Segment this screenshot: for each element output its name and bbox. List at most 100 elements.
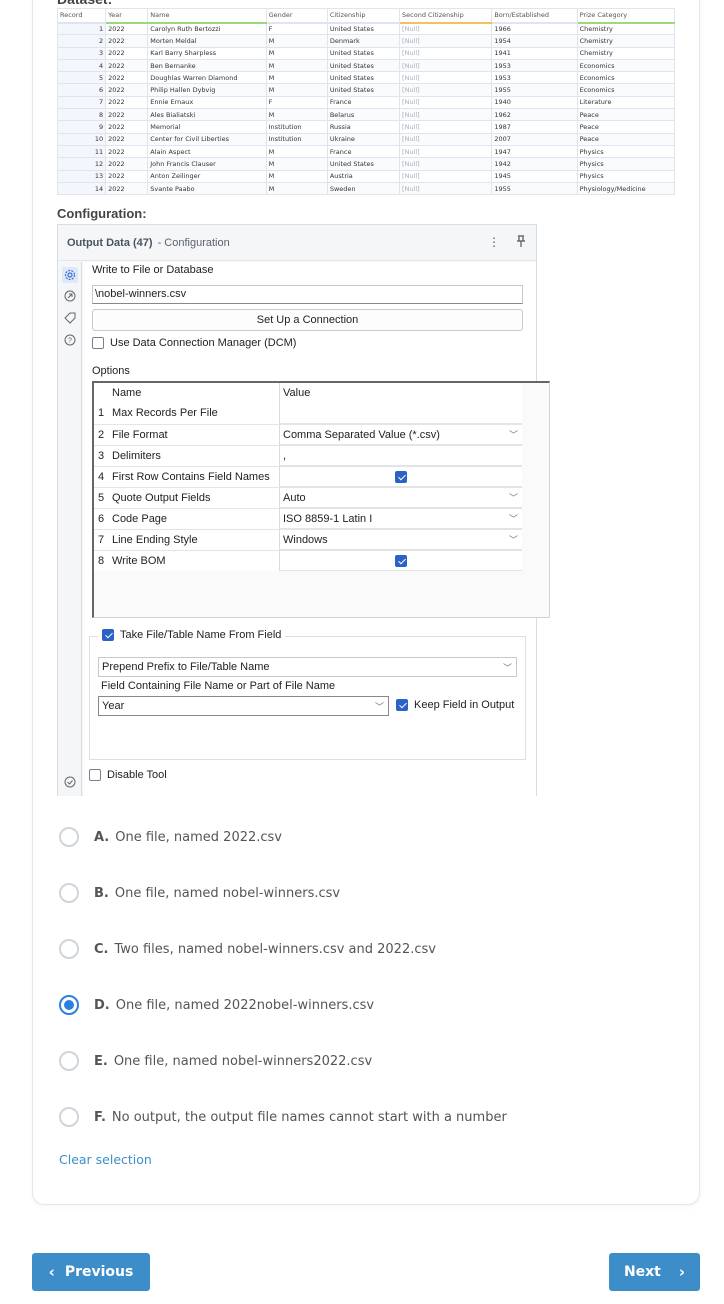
chevron-down-icon: ﹀ xyxy=(508,535,518,545)
help-icon[interactable]: ? xyxy=(63,333,77,347)
setup-connection-button[interactable]: Set Up a Connection xyxy=(92,309,523,331)
option-value[interactable]: Comma Separated Value (*.csv) ﹀ xyxy=(280,425,522,445)
options-header-value: Value xyxy=(283,387,311,399)
more-options-icon[interactable]: ⋮ xyxy=(488,235,500,251)
table-cell: Peace xyxy=(576,108,676,122)
table-cell: 2022 xyxy=(105,120,149,134)
answer-option[interactable]: E. One file, named nobel-winners2022.csv xyxy=(59,1050,372,1072)
column-header[interactable]: Prize Category xyxy=(576,8,676,24)
column-header[interactable]: Citizenship xyxy=(326,8,401,24)
radio-button[interactable] xyxy=(59,939,79,959)
previous-label: Previous xyxy=(64,1264,134,1280)
table-cell: Institution xyxy=(265,120,328,134)
table-row: 10 2022 Center for Civil Liberties Institut… xyxy=(56,132,676,146)
chevron-down-icon: ﹀ xyxy=(508,514,518,524)
option-row: 3 Delimiters, xyxy=(94,445,522,466)
table-cell: 2 xyxy=(56,34,107,48)
table-cell: [Null] xyxy=(399,21,493,36)
navigate-arrow-icon[interactable] xyxy=(63,289,77,303)
keep-field-label: Keep Field in Output xyxy=(414,699,515,711)
radio-button[interactable] xyxy=(59,827,79,847)
dcm-checkbox[interactable] xyxy=(92,337,104,349)
answer-option[interactable]: D. One file, named 2022nobel-winners.csv xyxy=(59,994,374,1016)
disable-tool-checkbox[interactable] xyxy=(89,769,101,781)
option-value[interactable]: Auto ﹀ xyxy=(280,488,522,508)
table-row: 4 2022 Ben Bernanke M United States [Null] 195… xyxy=(56,58,676,73)
table-cell: [Null] xyxy=(399,71,493,85)
field-label: Field Containing File Name or Part of Fi… xyxy=(101,680,336,692)
table-cell: 2022 xyxy=(105,83,149,97)
table-cell: Peace xyxy=(576,120,676,134)
pin-icon[interactable] xyxy=(516,235,526,251)
table-cell: 2022 xyxy=(105,46,149,60)
keep-field-option[interactable]: Keep Field in Output xyxy=(396,699,514,711)
field-select[interactable]: Year ﹀ xyxy=(98,696,389,716)
option-value[interactable]: Windows ﹀ xyxy=(280,530,522,550)
option-checkbox[interactable] xyxy=(395,555,407,567)
table-cell: Anton Zeilinger xyxy=(147,169,267,183)
option-value[interactable]: , xyxy=(280,446,522,466)
table-cell: 1941 xyxy=(491,46,578,60)
take-name-option[interactable]: Take File/Table Name From Field xyxy=(98,629,286,641)
answer-option[interactable]: A. One file, named 2022.csv xyxy=(59,826,282,848)
option-value[interactable]: ISO 8859-1 Latin I ﹀ xyxy=(280,509,522,529)
option-value[interactable] xyxy=(280,551,522,571)
settings-gear-icon[interactable] xyxy=(62,267,78,283)
radio-button[interactable] xyxy=(59,995,79,1015)
option-value[interactable] xyxy=(280,403,522,424)
table-cell: 2022 xyxy=(105,157,149,171)
take-name-checkbox[interactable] xyxy=(102,629,114,641)
table-cell: 1987 xyxy=(491,120,578,134)
table-row: 14 2022 Svante Paabo M Sweden [Null] 1955 Physi… xyxy=(56,181,676,196)
clear-selection-link[interactable]: Clear selection xyxy=(59,1152,152,1167)
column-header[interactable]: Born/Established xyxy=(491,8,578,24)
column-header[interactable]: Second Citizenship xyxy=(399,8,493,24)
radio-button[interactable] xyxy=(59,1051,79,1071)
table-cell: Morten Meldal xyxy=(147,34,267,48)
table-cell: [Null] xyxy=(399,132,493,146)
radio-button[interactable] xyxy=(59,883,79,903)
file-path-input[interactable]: \nobel-winners.csv xyxy=(92,285,523,304)
table-cell: [Null] xyxy=(399,83,493,97)
table-row: 11 2022 Alain Aspect M France [Null] 1947 Physi… xyxy=(56,144,676,159)
disable-tool-option[interactable]: Disable Tool xyxy=(89,769,167,781)
next-button[interactable]: Next › xyxy=(609,1253,700,1291)
disable-tool-label: Disable Tool xyxy=(107,769,167,781)
column-header[interactable]: Year xyxy=(105,8,149,24)
table-cell: Belarus xyxy=(326,108,401,122)
column-header[interactable]: Gender xyxy=(265,8,328,24)
option-letter: F. xyxy=(94,1109,106,1125)
table-cell: 2022 xyxy=(105,95,149,110)
name-mode-select[interactable]: Prepend Prefix to File/Table Name ﹀ xyxy=(98,657,517,677)
answer-option[interactable]: C. Two files, named nobel-winners.csv and… xyxy=(59,938,436,960)
dataset-table: Record Year Name Gender Citizenship Second Ci… xyxy=(56,8,676,196)
keep-field-checkbox[interactable] xyxy=(396,699,408,711)
option-checkbox[interactable] xyxy=(395,471,407,483)
option-letter: A. xyxy=(94,829,110,845)
table-cell: 2022 xyxy=(105,21,149,36)
table-cell: United States xyxy=(326,71,401,85)
table-cell: United States xyxy=(326,58,401,73)
table-row: 6 2022 Philip Hallen Dybvig M United States[… xyxy=(56,83,676,97)
table-cell: Alain Aspect xyxy=(147,144,267,159)
table-cell: France xyxy=(326,95,401,110)
tag-icon[interactable] xyxy=(63,311,77,325)
previous-button[interactable]: ‹ Previous xyxy=(32,1253,150,1291)
side-strip: ? xyxy=(58,262,82,796)
table-cell: Center for Civil Liberties xyxy=(147,132,267,146)
option-value[interactable] xyxy=(280,467,522,487)
dcm-option[interactable]: Use Data Connection Manager (DCM) xyxy=(92,337,296,349)
answer-option[interactable]: F. No output, the output file names canno… xyxy=(59,1106,507,1128)
table-cell: F xyxy=(265,95,328,110)
answer-option[interactable]: B. One file, named nobel-winners.csv xyxy=(59,882,340,904)
column-header[interactable]: Record xyxy=(56,8,107,24)
column-header[interactable]: Name xyxy=(147,8,267,24)
table-cell: 13 xyxy=(56,169,107,183)
table-cell: Ales Bialiatski xyxy=(147,108,267,122)
radio-button[interactable] xyxy=(59,1107,79,1127)
option-value-text: Comma Separated Value (*.csv) xyxy=(283,429,440,441)
chevron-down-icon: ﹀ xyxy=(508,430,518,440)
option-name: Delimiters xyxy=(112,446,280,466)
table-cell: M xyxy=(265,169,328,183)
option-name: Line Ending Style xyxy=(112,530,280,550)
